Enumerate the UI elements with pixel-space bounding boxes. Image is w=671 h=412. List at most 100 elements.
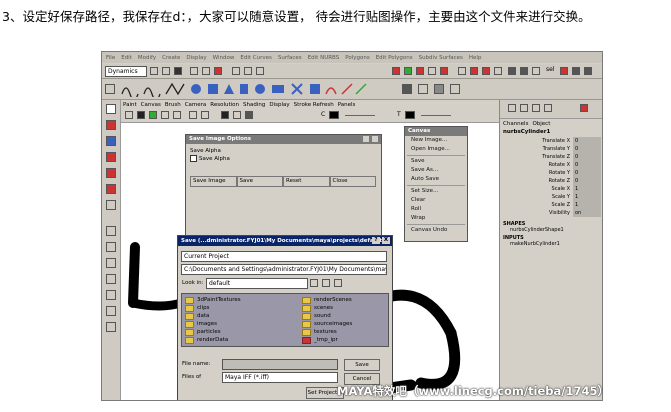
panel-menu-brush[interactable]: Brush	[165, 102, 181, 108]
shelf-icon-b[interactable]	[418, 84, 428, 94]
menu-save-as[interactable]: Save As...	[405, 166, 467, 175]
menu-new-image[interactable]: New Image...	[405, 136, 467, 145]
cb-input-name[interactable]: makeNurbCylinder1	[500, 241, 602, 247]
menu-save[interactable]: Save	[405, 157, 467, 166]
cb-layout-icon[interactable]	[508, 104, 516, 112]
save-alpha-checkbox[interactable]	[190, 155, 197, 162]
close-button[interactable]: Close	[329, 176, 376, 187]
cb-layout-icon-4[interactable]	[544, 104, 552, 112]
select-hierarchy-icon[interactable]	[190, 67, 198, 75]
panel-menu-canvas[interactable]: Canvas	[141, 102, 161, 108]
wipe-icon[interactable]	[201, 111, 209, 119]
shelf-icon-c[interactable]	[434, 84, 444, 94]
move-tool-icon[interactable]	[106, 136, 116, 146]
cb-attribute-value[interactable]: 1	[573, 201, 601, 209]
save-button[interactable]: Save	[236, 176, 283, 187]
mask-icon[interactable]	[392, 67, 400, 75]
cb-layout-icon-3[interactable]	[532, 104, 540, 112]
layout-four-icon[interactable]	[106, 242, 116, 252]
lock-icon[interactable]	[560, 67, 568, 75]
rotate-tool-icon[interactable]	[106, 152, 116, 162]
layout-icon-2[interactable]	[520, 67, 528, 75]
panel-menu-panels[interactable]: Panels	[338, 102, 356, 108]
save-dialog-save-button[interactable]: Save	[344, 359, 380, 371]
layout-icon[interactable]	[508, 67, 516, 75]
cb-shape-name[interactable]: nurbsCylinderShape1	[500, 227, 602, 233]
new-folder-icon[interactable]	[322, 279, 330, 287]
path-field[interactable]: C:\Documents and Settings\administrator.…	[181, 264, 387, 275]
menu-subdiv[interactable]: Subdiv Surfaces	[419, 55, 463, 61]
menu-window[interactable]: Window	[213, 55, 235, 61]
save-scene-icon[interactable]	[174, 67, 182, 75]
brush-icon[interactable]	[125, 111, 133, 119]
look-in-dropdown[interactable]: default	[206, 278, 308, 289]
panel-menu-stroke-refresh[interactable]: Stroke Refresh	[294, 102, 334, 108]
cb-attribute-row[interactable]: Rotate Z0	[500, 177, 602, 185]
color-swatch[interactable]	[329, 111, 339, 119]
cb-attribute-value[interactable]: 0	[573, 177, 601, 185]
reset-button[interactable]: Reset	[283, 176, 330, 187]
folder-item[interactable]: sourceimages	[302, 320, 352, 328]
help-icon[interactable]: ?	[372, 237, 380, 244]
folder-item[interactable]: sound	[302, 312, 352, 320]
folder-item[interactable]: renderScenes	[302, 296, 352, 304]
files-of-type-dropdown[interactable]: Maya IFF (*.iff)	[222, 372, 338, 383]
cb-attribute-row[interactable]: Rotate X0	[500, 161, 602, 169]
mask-icon-5[interactable]	[440, 67, 448, 75]
scale-tool-icon[interactable]	[106, 168, 116, 178]
ipr-render-icon[interactable]	[482, 67, 490, 75]
tab-object[interactable]: Object	[532, 121, 550, 127]
lasso-tool-icon[interactable]	[106, 120, 116, 130]
snap-grid-icon[interactable]	[232, 67, 240, 75]
rgb-icon[interactable]	[233, 111, 241, 119]
menu-polygons[interactable]: Polygons	[345, 55, 369, 61]
tumble-icon[interactable]	[161, 111, 169, 119]
cb-attribute-row[interactable]: Rotate Y0	[500, 169, 602, 177]
folder-item[interactable]: particles	[185, 328, 241, 336]
open-scene-icon[interactable]	[162, 67, 170, 75]
save-image-button[interactable]: Save Image	[190, 176, 237, 187]
attribute-editor-icon[interactable]	[572, 67, 580, 75]
last-tool-icon[interactable]	[106, 200, 116, 210]
render-icon[interactable]	[470, 67, 478, 75]
close-icon[interactable]: X	[382, 237, 390, 244]
folder-item[interactable]: 3dPaintTextures	[185, 296, 241, 304]
menu-clear[interactable]: Clear	[405, 196, 467, 205]
menu-modify[interactable]: Modify	[138, 55, 156, 61]
cb-attribute-value[interactable]: 1	[573, 185, 601, 193]
channel-box-icon[interactable]	[584, 67, 592, 75]
layout-single-icon[interactable]	[106, 226, 116, 236]
shelf-icon-d[interactable]	[450, 84, 460, 94]
menu-display[interactable]: Display	[186, 55, 206, 61]
shelf-curve-tools[interactable]	[120, 81, 370, 97]
folder-item[interactable]: data	[185, 312, 241, 320]
cb-attribute-value[interactable]: 0	[573, 137, 601, 145]
file-name-input[interactable]	[222, 359, 338, 370]
close-icon[interactable]	[372, 136, 378, 142]
save-snapshot-icon[interactable]	[221, 111, 229, 119]
one-to-one-icon[interactable]	[173, 111, 181, 119]
layout-side-icon[interactable]	[106, 258, 116, 268]
cb-attribute-row[interactable]: Visibility on	[500, 209, 602, 217]
snap-point-icon[interactable]	[256, 67, 264, 75]
transparency-swatch[interactable]	[405, 111, 415, 119]
shelf-arrow-icon[interactable]	[105, 84, 115, 94]
menu-surfaces[interactable]: Surfaces	[278, 55, 302, 61]
minimize-icon[interactable]	[363, 136, 369, 142]
cb-layout-icon-2[interactable]	[520, 104, 528, 112]
select-tool-icon[interactable]	[106, 104, 116, 114]
manipulator-tool-icon[interactable]	[106, 184, 116, 194]
folder-item[interactable]: renderData	[185, 336, 241, 344]
folder-item[interactable]: clips	[185, 304, 241, 312]
cb-attribute-value[interactable]: 0	[573, 145, 601, 153]
history-icon[interactable]	[458, 67, 466, 75]
up-folder-icon[interactable]	[310, 279, 318, 287]
cb-attribute-value[interactable]: 0	[573, 161, 601, 169]
menu-create[interactable]: Create	[162, 55, 180, 61]
folder-item[interactable]: images	[185, 320, 241, 328]
cb-attribute-row[interactable]: Scale Y1	[500, 193, 602, 201]
menu-file[interactable]: File	[106, 55, 115, 61]
paint-color-icon[interactable]	[149, 111, 157, 119]
layout-hypershade-icon[interactable]	[106, 306, 116, 316]
color-slider[interactable]	[345, 115, 375, 116]
